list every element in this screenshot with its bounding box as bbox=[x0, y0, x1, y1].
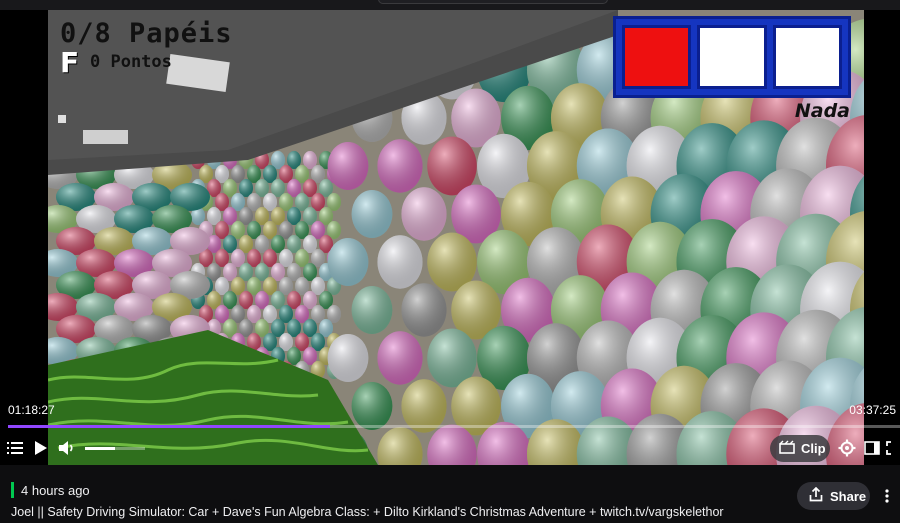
play-icon[interactable] bbox=[32, 438, 50, 458]
top-bar bbox=[0, 0, 900, 10]
inventory-slot-2 bbox=[697, 25, 767, 89]
theatre-mode-icon[interactable] bbox=[863, 438, 881, 458]
list-icon[interactable] bbox=[6, 438, 24, 458]
volume-icon[interactable] bbox=[57, 438, 77, 458]
duration: 03:37:25 bbox=[849, 403, 896, 417]
clip-button[interactable]: Clip bbox=[770, 435, 830, 462]
video-title[interactable]: Joel || Safety Driving Simulator: Car + … bbox=[11, 505, 724, 519]
video-age: 4 hours ago bbox=[21, 483, 90, 498]
grade-letter: F bbox=[60, 46, 80, 79]
more-vertical-icon[interactable] bbox=[880, 486, 894, 506]
inventory-slot-1 bbox=[622, 25, 692, 89]
points-counter: 0 Pontos bbox=[90, 52, 172, 72]
vod-page: 0/8 Papéis F 0 Pontos Nada 01:18:27 03:3… bbox=[0, 0, 900, 523]
share-button[interactable]: Share bbox=[797, 482, 870, 510]
volume-slider[interactable] bbox=[85, 447, 145, 450]
game-video-frame[interactable]: 0/8 Papéis F 0 Pontos Nada bbox=[48, 10, 864, 465]
inventory-bar bbox=[613, 16, 851, 98]
gear-icon[interactable] bbox=[837, 438, 857, 458]
fullscreen-icon[interactable] bbox=[886, 438, 898, 458]
share-label: Share bbox=[830, 488, 867, 504]
inventory-slot-3 bbox=[772, 25, 842, 89]
seek-bar-progress bbox=[8, 425, 330, 428]
recent-indicator bbox=[11, 482, 14, 498]
share-icon bbox=[809, 486, 823, 505]
clip-icon bbox=[779, 440, 795, 457]
clip-label: Clip bbox=[801, 441, 826, 456]
video-player[interactable]: 0/8 Papéis F 0 Pontos Nada 01:18:27 03:3… bbox=[0, 10, 900, 465]
top-search-edge[interactable] bbox=[378, 0, 608, 4]
papers-counter: 0/8 Papéis bbox=[60, 18, 233, 49]
selected-item-name: Nada bbox=[794, 100, 850, 122]
current-time: 01:18:27 bbox=[8, 403, 55, 417]
seek-bar[interactable] bbox=[8, 425, 900, 428]
volume-level bbox=[85, 447, 115, 450]
